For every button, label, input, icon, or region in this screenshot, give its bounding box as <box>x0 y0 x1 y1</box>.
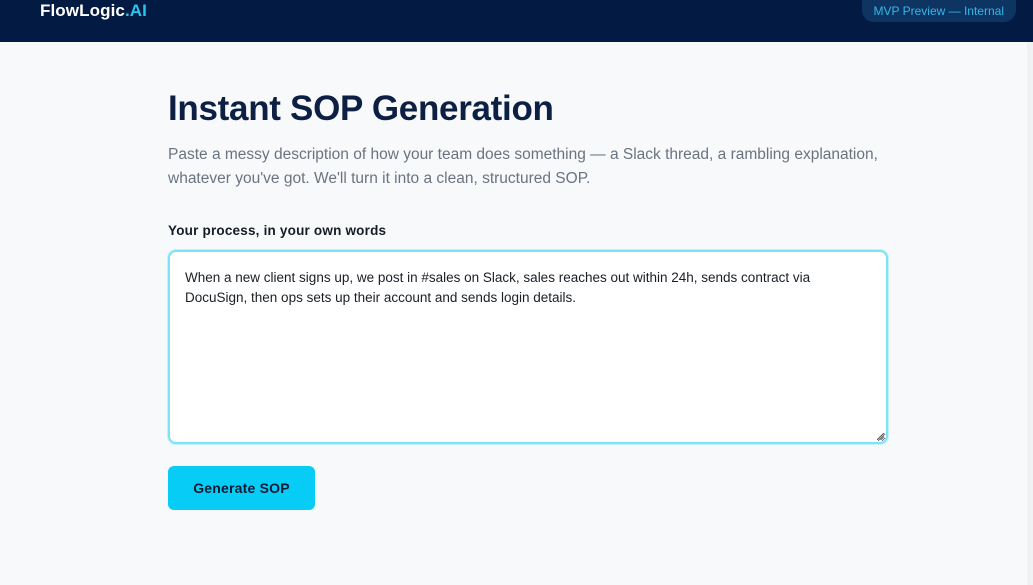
brand-logo[interactable]: FlowLogic.AI <box>40 1 147 21</box>
top-navbar: FlowLogic.AI MVP Preview — Internal <box>0 0 1033 42</box>
page-subtitle: Paste a messy description of how your te… <box>168 146 878 187</box>
generate-sop-button[interactable]: Generate SOP <box>168 466 315 510</box>
brand-name: FlowLogic <box>40 1 125 20</box>
brand-accent: .AI <box>124 1 147 20</box>
page-title: Instant SOP Generation <box>168 89 554 128</box>
page-scrollbar[interactable] <box>1027 42 1033 585</box>
status-badge: MVP Preview — Internal <box>861 0 1016 22</box>
process-field-label: Your process, in your own words <box>168 223 387 238</box>
process-textarea[interactable]: When a new client signs up, we post in #… <box>168 250 888 444</box>
